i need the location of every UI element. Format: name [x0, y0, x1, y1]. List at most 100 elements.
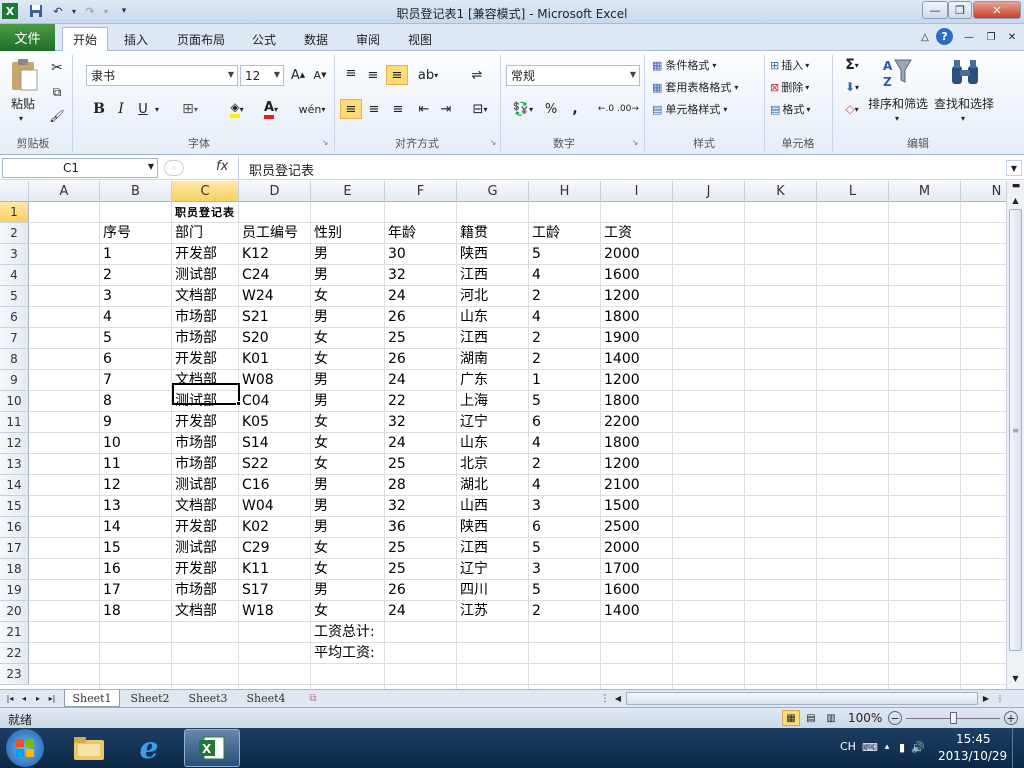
table-cell[interactable]: 市场部	[172, 328, 239, 349]
table-cell[interactable]: C24	[239, 265, 311, 286]
row-header-7[interactable]: 7	[0, 328, 29, 349]
font-size-combo[interactable]: 12 ▼	[240, 65, 284, 86]
table-cell[interactable]: 陕西	[457, 517, 529, 538]
table-cell[interactable]: 5	[529, 580, 601, 601]
sheet-tab-1[interactable]: Sheet1	[64, 690, 120, 707]
table-cell[interactable]: 1900	[601, 328, 673, 349]
zoom-level[interactable]: 100%	[848, 711, 882, 725]
table-cell[interactable]: 男	[311, 307, 385, 328]
first-sheet-icon[interactable]: |◂	[4, 692, 16, 705]
column-header-m[interactable]: M	[889, 181, 961, 202]
table-cell[interactable]: 4	[529, 475, 601, 496]
underline-button[interactable]: U	[134, 99, 152, 119]
table-cell[interactable]: 25	[385, 559, 457, 580]
format-cells-button[interactable]: ▤ 格式 ▾	[770, 99, 826, 119]
vertical-scrollbar[interactable]: ▬ ▲ ≡ ▼	[1006, 181, 1024, 689]
row-header-19[interactable]: 19	[0, 580, 29, 601]
table-cell[interactable]: S17	[239, 580, 311, 601]
table-cell[interactable]: 开发部	[172, 517, 239, 538]
split-box-icon[interactable]: ▬	[1009, 181, 1023, 191]
table-cell[interactable]: 3	[100, 286, 172, 307]
table-cell[interactable]: 32	[385, 265, 457, 286]
workbook-minimize-icon[interactable]: —	[962, 30, 976, 44]
table-cell[interactable]: S22	[239, 454, 311, 475]
table-cell[interactable]: 1400	[601, 349, 673, 370]
table-cell[interactable]: 3	[529, 496, 601, 517]
column-header-i[interactable]: I	[601, 181, 673, 202]
sheet-tab-4[interactable]: Sheet4	[238, 690, 294, 707]
table-cell[interactable]: 24	[385, 370, 457, 391]
excel-taskbar-icon[interactable]: X	[184, 729, 240, 767]
table-cell[interactable]: 1800	[601, 433, 673, 454]
insert-sheet-icon[interactable]: ⧉	[302, 691, 324, 706]
table-cell[interactable]: 测试部	[172, 265, 239, 286]
column-header-h[interactable]: H	[529, 181, 601, 202]
table-cell[interactable]: 男	[311, 370, 385, 391]
table-cell[interactable]: 女	[311, 454, 385, 475]
table-cell[interactable]: 9	[100, 412, 172, 433]
input-language[interactable]: CH	[840, 740, 856, 753]
row-header-3[interactable]: 3	[0, 244, 29, 265]
align-top-icon[interactable]: ≡	[342, 63, 360, 83]
table-cell[interactable]: 6	[100, 349, 172, 370]
table-cell[interactable]: 1500	[601, 496, 673, 517]
tab-file[interactable]: 文件	[0, 24, 55, 51]
row-header-2[interactable]: 2	[0, 223, 29, 244]
tab-home[interactable]: 开始	[62, 27, 108, 51]
comma-style-button[interactable]: ,	[566, 99, 584, 119]
clock-date[interactable]: 2013/10/29	[938, 749, 1007, 763]
table-cell[interactable]: 14	[100, 517, 172, 538]
row-header-17[interactable]: 17	[0, 538, 29, 559]
table-cell[interactable]: 4	[100, 307, 172, 328]
table-cell[interactable]: 市场部	[172, 454, 239, 475]
table-cell[interactable]: 1600	[601, 580, 673, 601]
table-cell[interactable]: 开发部	[172, 559, 239, 580]
table-cell[interactable]: S14	[239, 433, 311, 454]
increase-indent-icon[interactable]: ⇥	[436, 99, 456, 119]
table-cell[interactable]: 28	[385, 475, 457, 496]
row-header-21[interactable]: 21	[0, 622, 29, 643]
orientation-icon[interactable]: ab ▾	[416, 65, 440, 85]
cell-styles-button[interactable]: ▤ 单元格样式 ▾	[652, 99, 756, 119]
zoom-out-icon[interactable]: −	[888, 711, 902, 725]
row-header-22[interactable]: 22	[0, 643, 29, 664]
last-sheet-icon[interactable]: ▸|	[46, 692, 58, 705]
table-cell[interactable]: 2	[529, 454, 601, 475]
align-right-icon[interactable]: ≡	[388, 99, 408, 119]
tab-review[interactable]: 审阅	[348, 28, 388, 50]
show-desktop-button[interactable]	[1012, 728, 1024, 768]
table-cell[interactable]: 女	[311, 349, 385, 370]
table-cell[interactable]: 2000	[601, 538, 673, 559]
table-cell[interactable]: 30	[385, 244, 457, 265]
table-cell[interactable]: 测试部	[172, 475, 239, 496]
table-cell[interactable]: 5	[529, 538, 601, 559]
table-cell[interactable]: 15	[100, 538, 172, 559]
table-cell[interactable]: K11	[239, 559, 311, 580]
table-cell[interactable]: 6	[529, 517, 601, 538]
increase-font-icon[interactable]: A ▲	[290, 65, 306, 85]
sort-filter-icon[interactable]: AZ	[880, 55, 914, 91]
table-cell[interactable]: W18	[239, 601, 311, 622]
table-cell[interactable]: 上海	[457, 391, 529, 412]
row-header-11[interactable]: 11	[0, 412, 29, 433]
row-header-6[interactable]: 6	[0, 307, 29, 328]
table-cell[interactable]: C29	[239, 538, 311, 559]
table-cell[interactable]: 2	[100, 265, 172, 286]
table-cell[interactable]: 1800	[601, 391, 673, 412]
scroll-up-icon[interactable]: ▲	[1008, 193, 1023, 208]
sort-dropdown-icon[interactable]: ▾	[892, 113, 902, 123]
decrease-font-icon[interactable]: A ▼	[312, 65, 328, 85]
formula-bar-grip-icon[interactable]: ◦	[164, 160, 184, 176]
table-cell[interactable]: 测试部	[172, 538, 239, 559]
tab-formulas[interactable]: 公式	[244, 28, 284, 50]
table-cell[interactable]: C04	[239, 391, 311, 412]
table-cell[interactable]: 1200	[601, 370, 673, 391]
horizontal-scroll-thumb[interactable]	[626, 692, 978, 705]
clock-time[interactable]: 15:45	[956, 732, 991, 746]
table-cell[interactable]: 16	[100, 559, 172, 580]
table-cell[interactable]: 江西	[457, 328, 529, 349]
collapse-ribbon-icon[interactable]: △	[918, 30, 932, 44]
dialog-launcher-icon[interactable]: ↘	[320, 137, 330, 147]
table-cell[interactable]: 4	[529, 265, 601, 286]
table-cell[interactable]: 陕西	[457, 244, 529, 265]
